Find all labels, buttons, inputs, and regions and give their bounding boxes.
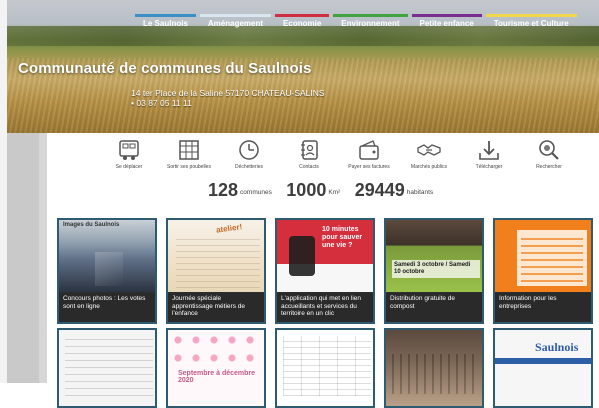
clock-icon bbox=[235, 138, 263, 162]
card-caption: Concours photos : Les votes sont en lign… bbox=[59, 293, 155, 322]
stat-population-value: 29449 bbox=[354, 180, 405, 200]
nav-item-label: Environnement bbox=[341, 19, 400, 28]
info-lines bbox=[521, 234, 583, 282]
left-shadow-panel-inner bbox=[39, 133, 47, 383]
contact-phone-text: 03 87 05 11 11 bbox=[136, 98, 192, 108]
quicklink-se-deplacer[interactable]: Se déplacer bbox=[99, 138, 159, 170]
news-card-application[interactable]: 10 minutes pour sauver une vie ? L'appli… bbox=[275, 218, 375, 324]
contact-phone[interactable]: ▪ 03 87 05 11 11 bbox=[131, 98, 325, 108]
card-image: Samedi 3 octobre / Samedi 10 octobre bbox=[386, 220, 482, 292]
card-caption: Journée spéciale apprentissage métiers d… bbox=[168, 293, 264, 322]
page: Le Saulnois Aménagement Economie Environ… bbox=[0, 0, 599, 408]
nav-item-petite-enfance[interactable]: Petite enfance bbox=[411, 14, 483, 33]
quicklink-label: Télécharger bbox=[475, 164, 503, 170]
programme-dots bbox=[168, 330, 264, 366]
quicklink-label: Payer ses factures bbox=[348, 164, 390, 170]
news-card-concours-photos[interactable]: Images du Saulnois Concours photos : Les… bbox=[57, 218, 157, 324]
page-left-margin bbox=[0, 0, 7, 383]
news-card-journee-speciale[interactable]: atelier! Journée spéciale apprentissage … bbox=[166, 218, 266, 324]
nav-item-economie[interactable]: Economie bbox=[275, 14, 330, 33]
quicklink-payer-ses-factures[interactable]: Payer ses factures bbox=[339, 138, 399, 170]
nav-item-le-saulnois[interactable]: Le Saulnois bbox=[135, 14, 196, 33]
site-title[interactable]: Communauté de communes du Saulnois bbox=[18, 60, 311, 77]
main-content: Se déplacer Sortir ses poubelles Déchett… bbox=[7, 133, 599, 408]
programme-title: Septembre à décembre 2020 bbox=[178, 370, 256, 384]
search-icon bbox=[535, 138, 563, 162]
quicklink-telecharger[interactable]: Télécharger bbox=[459, 138, 519, 170]
table-grid bbox=[283, 336, 371, 396]
nav-item-label: Le Saulnois bbox=[143, 19, 188, 28]
card-image: atelier! bbox=[168, 220, 264, 292]
left-shadow-panel bbox=[7, 133, 39, 383]
stat-communes: 128 communes bbox=[208, 180, 272, 201]
stat-population-unit: habitants bbox=[406, 189, 434, 196]
news-card-lettre-saulnois[interactable]: Saulnois bbox=[493, 328, 593, 408]
poster-headline: 10 minutes pour sauver une vie ? bbox=[322, 226, 363, 249]
newsletter-masthead: Saulnois bbox=[535, 340, 579, 354]
stat-area-value: 1000 bbox=[286, 180, 327, 200]
nav-item-environnement[interactable]: Environnement bbox=[333, 14, 408, 33]
quicklink-label: Sortir ses poubelles bbox=[167, 164, 211, 170]
news-card-tableau[interactable] bbox=[275, 328, 375, 408]
quicklink-label: Marchés publics bbox=[410, 164, 448, 170]
main-navigation: Le Saulnois Aménagement Economie Environ… bbox=[135, 14, 577, 33]
stat-population: 29449 habitants bbox=[355, 180, 433, 201]
address-book-icon bbox=[295, 138, 323, 162]
handshake-icon bbox=[415, 138, 443, 162]
nav-item-amenagement[interactable]: Aménagement bbox=[199, 14, 272, 33]
quicklink-label: Contacts bbox=[299, 164, 319, 170]
quicklink-sortir-ses-poubelles[interactable]: Sortir ses poubelles bbox=[159, 138, 219, 170]
news-card-information-entreprises[interactable]: Information pour les entreprises bbox=[493, 218, 593, 324]
card-caption: L'application qui met en lien accueillan… bbox=[277, 293, 373, 322]
quicklink-label: Rechercher bbox=[536, 164, 562, 170]
card-caption: Information pour les entreprises bbox=[495, 293, 591, 322]
territory-stats: 128 communes 1000 Km² 29449 habitants bbox=[208, 180, 443, 206]
hall-seats bbox=[392, 354, 480, 394]
nav-item-label: Aménagement bbox=[207, 19, 264, 28]
quicklink-contacts[interactable]: Contacts bbox=[279, 138, 339, 170]
newsletter-bar bbox=[495, 358, 591, 364]
quicklink-decheteries[interactable]: Déchetteries bbox=[219, 138, 279, 170]
wallet-icon bbox=[355, 138, 383, 162]
news-card-programme[interactable]: Septembre à décembre 2020 bbox=[166, 328, 266, 408]
card-caption: Distribution gratuite de compost bbox=[386, 293, 482, 322]
nav-item-label: Economie bbox=[283, 19, 322, 28]
download-icon bbox=[475, 138, 503, 162]
nav-item-label: Tourisme et Culture bbox=[493, 19, 569, 28]
stat-area: 1000 Km² bbox=[286, 180, 340, 201]
event-dates: Samedi 3 octobre / Samedi 10 octobre bbox=[392, 260, 480, 278]
quicklink-label: Déchetteries bbox=[234, 164, 264, 170]
poster-figure bbox=[289, 236, 315, 276]
nav-item-label: Petite enfance bbox=[419, 19, 474, 28]
calendar-grid-icon bbox=[175, 138, 203, 162]
bus-icon bbox=[115, 138, 143, 162]
stat-communes-unit: communes bbox=[240, 189, 272, 196]
contact-address: 14 ter Place de la Saline 57170 CHATEAU-… bbox=[131, 88, 325, 98]
document-lines bbox=[65, 336, 153, 396]
site-header-banner: Le Saulnois Aménagement Economie Environ… bbox=[7, 0, 599, 133]
quicklink-marches-publics[interactable]: Marchés publics bbox=[399, 138, 459, 170]
news-card-salle[interactable] bbox=[384, 328, 484, 408]
poster-headline: atelier! bbox=[215, 222, 243, 235]
nav-item-tourisme-et-culture[interactable]: Tourisme et Culture bbox=[485, 14, 577, 33]
card-image-title: Images du Saulnois bbox=[63, 222, 120, 228]
card-image bbox=[495, 220, 591, 292]
quicklink-rechercher[interactable]: Rechercher bbox=[519, 138, 579, 170]
stat-area-unit: Km² bbox=[328, 189, 341, 196]
lightning-illustration bbox=[95, 252, 123, 286]
poster-doodles bbox=[176, 238, 260, 288]
stat-communes-value: 128 bbox=[208, 180, 239, 200]
quicklink-label: Se déplacer bbox=[115, 164, 143, 170]
news-card-document[interactable] bbox=[57, 328, 157, 408]
card-image: Images du Saulnois bbox=[59, 220, 155, 292]
card-image: 10 minutes pour sauver une vie ? bbox=[277, 220, 373, 292]
news-card-distribution-compost[interactable]: Samedi 3 octobre / Samedi 10 octobre Dis… bbox=[384, 218, 484, 324]
contact-info: 14 ter Place de la Saline 57170 CHATEAU-… bbox=[131, 88, 325, 108]
